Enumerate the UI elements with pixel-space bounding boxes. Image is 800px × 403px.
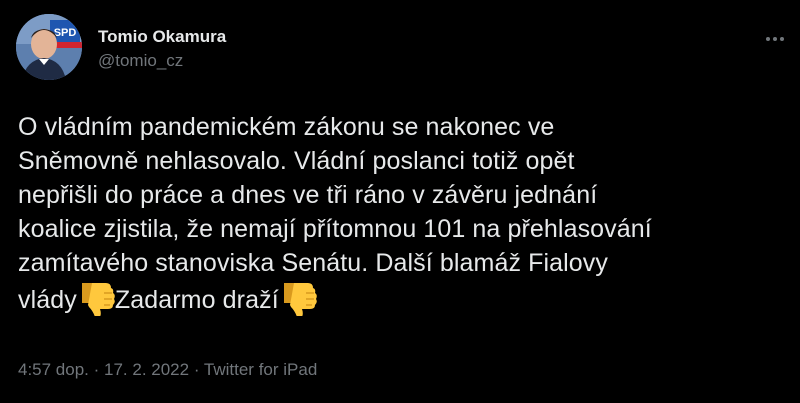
tweet-source[interactable]: Twitter for iPad bbox=[204, 360, 317, 379]
more-dots-icon bbox=[766, 37, 784, 41]
avatar[interactable]: SPD bbox=[16, 14, 82, 80]
avatar-image: SPD bbox=[16, 14, 82, 80]
thumbs-down-icon bbox=[81, 283, 115, 316]
author-block: Tomio Okamura @tomio_cz bbox=[98, 27, 226, 71]
meta-separator: · bbox=[189, 360, 204, 379]
more-options-button[interactable] bbox=[758, 22, 792, 56]
tweet-meta: 4:57 dop. · 17. 2. 2022 · Twitter for iP… bbox=[18, 360, 317, 380]
tweet-time[interactable]: 4:57 dop. bbox=[18, 360, 89, 379]
tweet-card: SPD Tomio Okamura @tomio_cz O vládním pa… bbox=[0, 0, 800, 403]
tweet-date[interactable]: 17. 2. 2022 bbox=[104, 360, 189, 379]
tweet-text-tail: Zadarmo draží bbox=[114, 286, 279, 314]
author-handle[interactable]: @tomio_cz bbox=[98, 51, 226, 71]
tweet-text: O vládním pandemickém zákonu se nakonec … bbox=[18, 110, 658, 317]
avatar-badge-text: SPD bbox=[54, 27, 77, 39]
author-display-name[interactable]: Tomio Okamura bbox=[98, 27, 226, 47]
thumbs-down-icon bbox=[283, 283, 317, 316]
meta-separator: · bbox=[88, 360, 105, 379]
